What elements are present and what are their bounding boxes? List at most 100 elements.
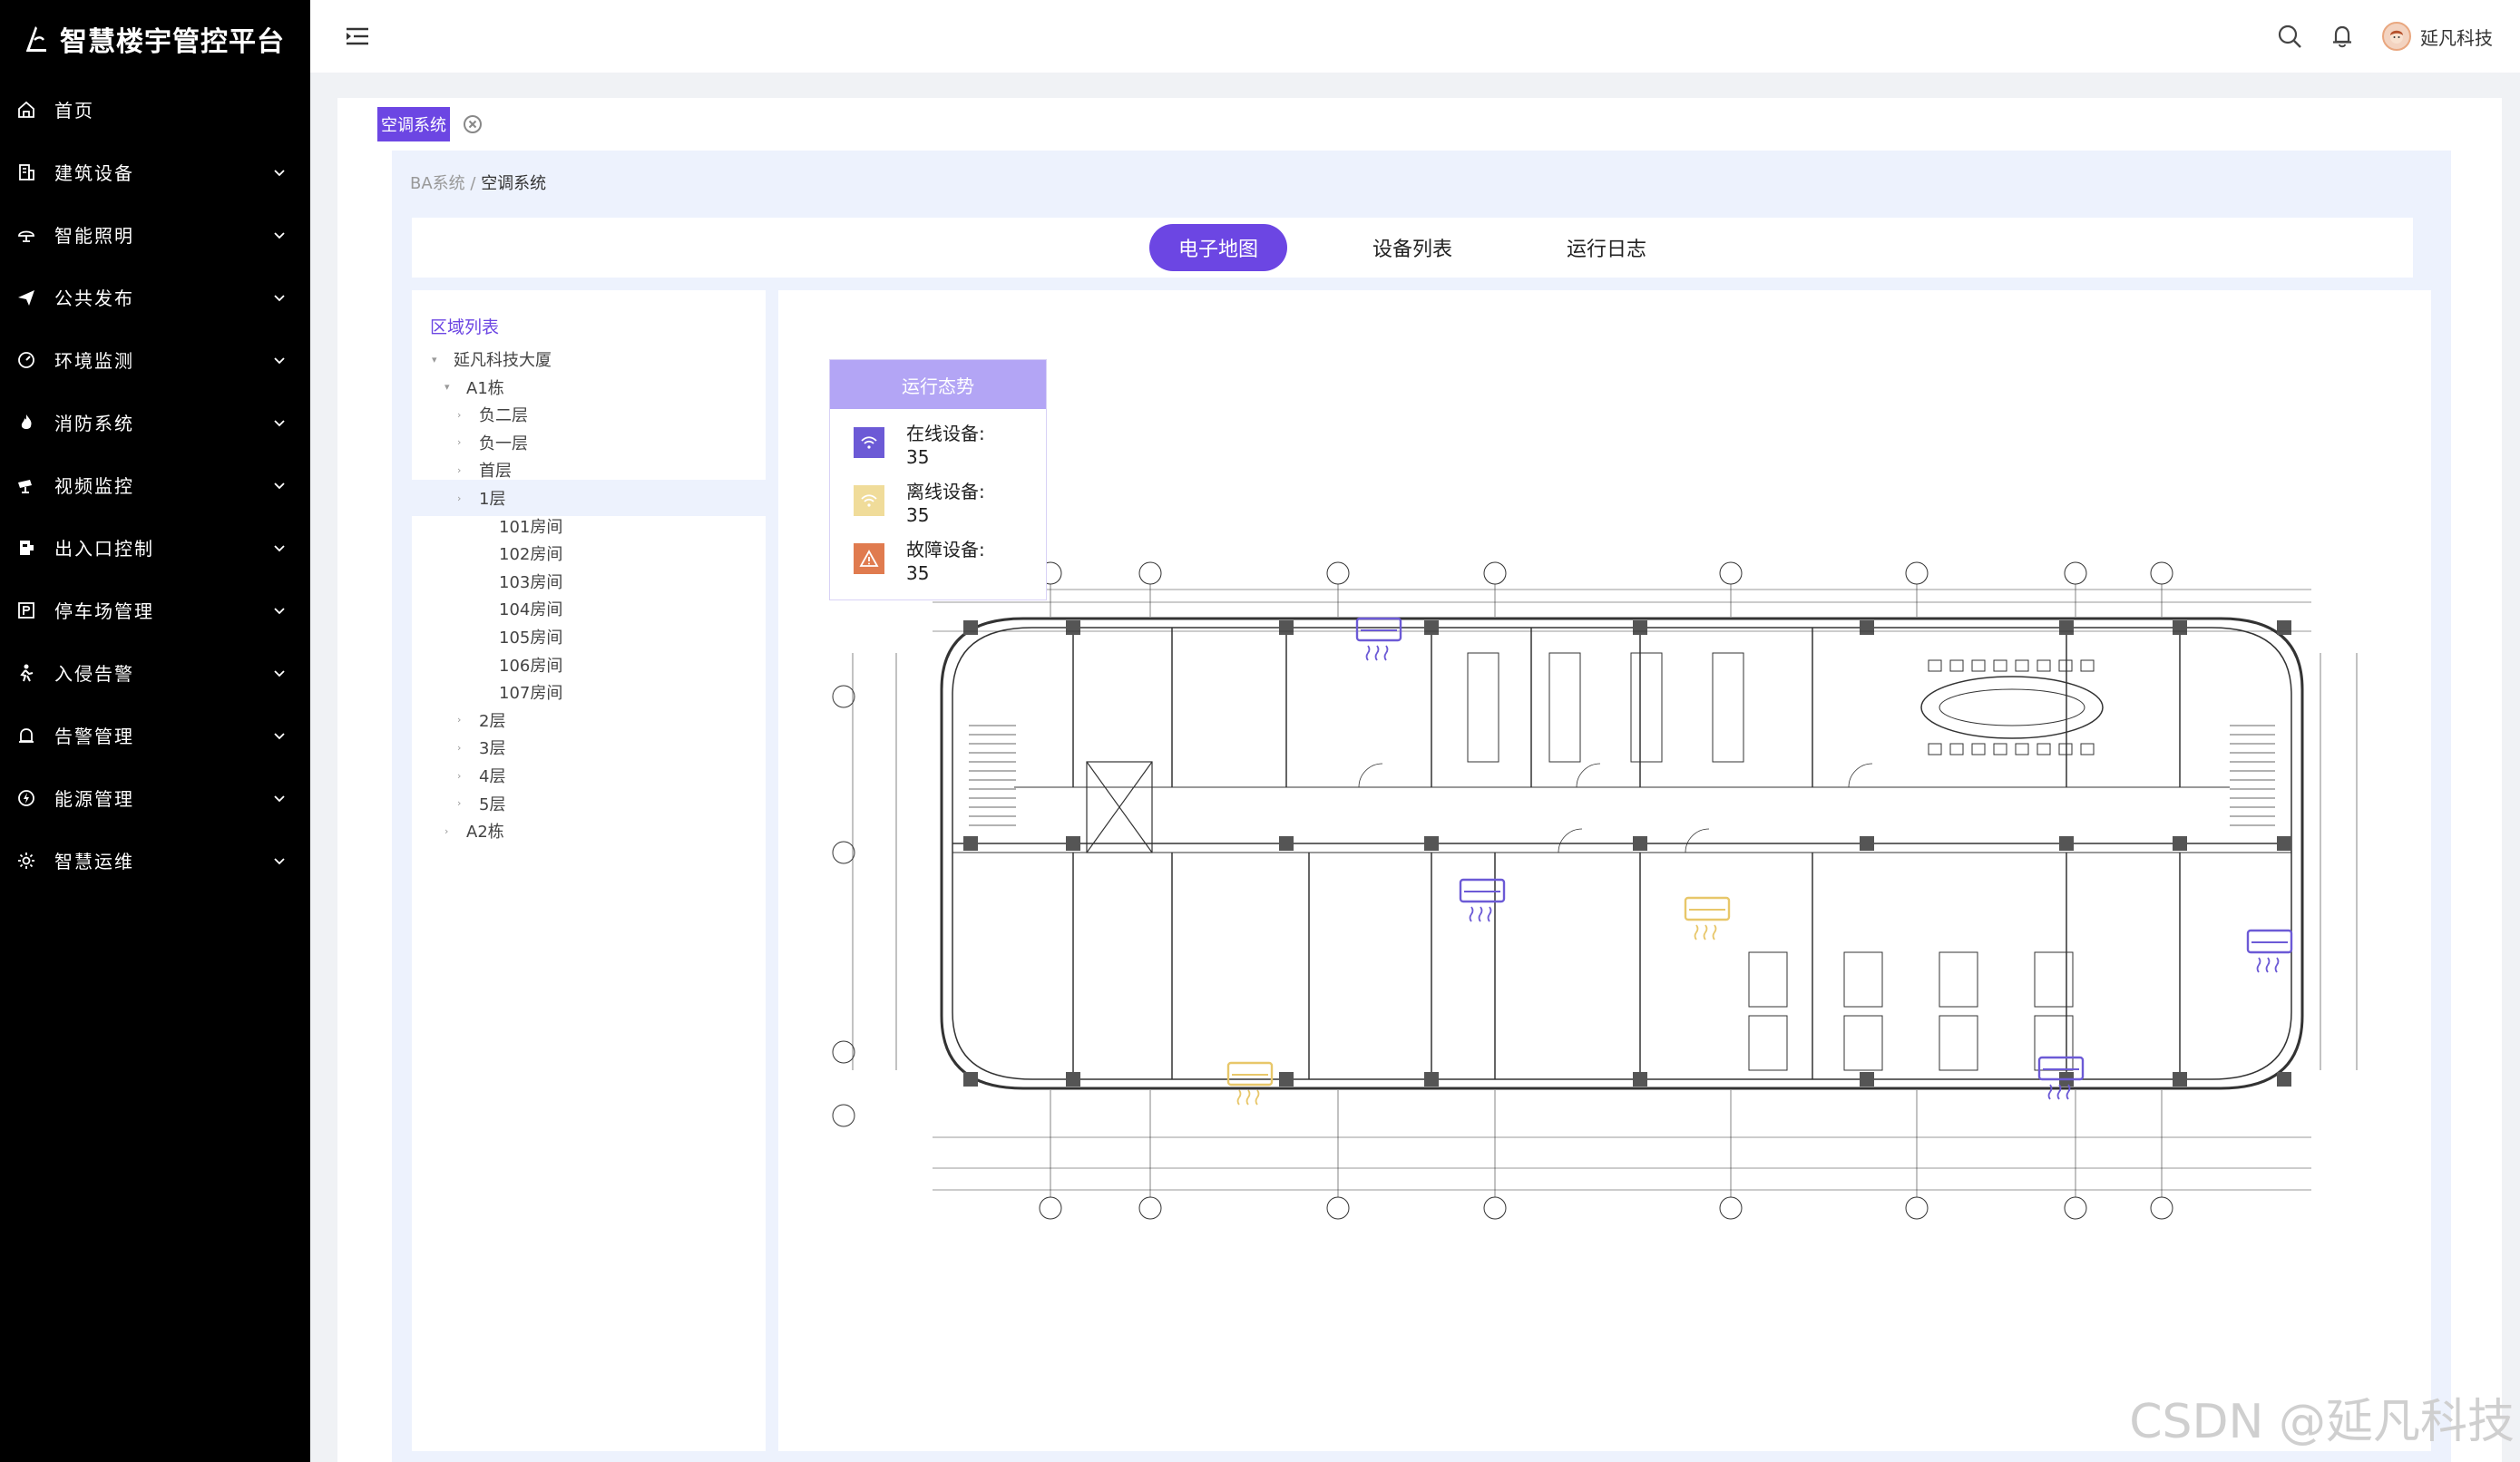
sidebar-item-7[interactable]: 出入口控制 bbox=[0, 516, 310, 579]
chevron-down-icon bbox=[274, 294, 285, 301]
sidebar: 智慧楼宇管控平台 首页建筑设备智能照明公共发布环境监测消防系统视频监控出入口控制… bbox=[0, 0, 310, 1462]
sidebar-item-1[interactable]: 建筑设备 bbox=[0, 141, 310, 203]
logo-icon bbox=[26, 26, 46, 52]
sidebar-item-12[interactable]: 智慧运维 bbox=[0, 829, 310, 892]
alarm-icon bbox=[19, 727, 34, 743]
wifi-icon bbox=[854, 427, 884, 458]
tree-caret-icon: › bbox=[457, 463, 462, 476]
chevron-down-icon bbox=[274, 419, 285, 426]
sidebar-item-label: 入侵告警 bbox=[54, 663, 134, 685]
aircon-device-icon[interactable] bbox=[1226, 1061, 1274, 1106]
warning-icon bbox=[854, 543, 884, 574]
fault-label: 故障设备: bbox=[906, 539, 985, 560]
tree-caret-icon: ▾ bbox=[432, 353, 437, 366]
tree-caret-icon: › bbox=[457, 769, 462, 782]
chevron-down-icon bbox=[274, 857, 285, 864]
online-label: 在线设备: bbox=[906, 423, 985, 444]
aircon-device-icon[interactable] bbox=[1459, 878, 1506, 922]
aircon-device-icon[interactable] bbox=[2246, 929, 2293, 973]
sidebar-item-5[interactable]: 消防系统 bbox=[0, 391, 310, 453]
aircon-device-icon[interactable] bbox=[2037, 1056, 2085, 1100]
bell-icon[interactable] bbox=[2330, 24, 2355, 49]
app-title: 智慧楼宇管控平台 bbox=[60, 26, 285, 58]
tab-e-map[interactable]: 电子地图 bbox=[1148, 224, 1287, 271]
tree-node-label: 101房间 bbox=[499, 517, 563, 537]
tree-node-label: 2层 bbox=[479, 711, 506, 731]
energy-icon bbox=[18, 789, 34, 806]
send-icon bbox=[18, 289, 34, 306]
sidebar-item-label: 告警管理 bbox=[54, 726, 134, 747]
tree-node-label: A1栋 bbox=[466, 378, 504, 398]
ops-icon bbox=[18, 852, 34, 869]
close-icon[interactable] bbox=[463, 114, 483, 134]
avatar bbox=[2382, 22, 2411, 51]
sidebar-item-label: 出入口控制 bbox=[54, 538, 154, 560]
tab-run-log[interactable]: 运行日志 bbox=[1538, 224, 1675, 271]
sidebar-item-10[interactable]: 告警管理 bbox=[0, 704, 310, 766]
user-menu[interactable]: 延凡科技 bbox=[2382, 22, 2493, 51]
brand: 智慧楼宇管控平台 bbox=[0, 0, 310, 78]
tree-node-label: A2栋 bbox=[466, 823, 504, 843]
tabs-bar: 电子地图 设备列表 运行日志 bbox=[412, 218, 2413, 278]
chevron-down-icon bbox=[274, 669, 285, 677]
tree-node-label: 106房间 bbox=[499, 656, 563, 676]
building-icon bbox=[19, 163, 34, 180]
tree-node[interactable]: › A2栋 bbox=[412, 813, 766, 849]
tree-node-label: 4层 bbox=[479, 767, 506, 786]
offline-label: 离线设备: bbox=[906, 481, 985, 502]
sidebar-item-label: 公共发布 bbox=[54, 288, 134, 309]
status-offline: 离线设备: 35 bbox=[830, 480, 1046, 526]
tree-node-label: 107房间 bbox=[499, 684, 563, 704]
sidebar-item-4[interactable]: 环境监测 bbox=[0, 328, 310, 391]
sidebar-item-6[interactable]: 视频监控 bbox=[0, 453, 310, 516]
parking-icon bbox=[18, 601, 34, 619]
sidebar-item-label: 停车场管理 bbox=[54, 600, 154, 622]
top-header: 延凡科技 bbox=[310, 0, 2520, 73]
offline-count: 35 bbox=[906, 504, 930, 526]
chevron-down-icon bbox=[274, 732, 285, 739]
sidebar-item-label: 建筑设备 bbox=[54, 162, 134, 184]
chevron-down-icon bbox=[274, 169, 285, 176]
sidebar-item-0[interactable]: 首页 bbox=[0, 78, 310, 141]
sidebar-item-label: 消防系统 bbox=[54, 413, 134, 434]
tag-aircon[interactable]: 空调系统 bbox=[377, 107, 450, 141]
breadcrumb-parent[interactable]: BA系统 / bbox=[410, 174, 475, 193]
watermark: CSDN @延凡科技 bbox=[2129, 1395, 2515, 1449]
tree-node-label: 3层 bbox=[479, 739, 506, 759]
tags-view: 空调系统 bbox=[377, 107, 483, 141]
tree-caret-icon: › bbox=[444, 824, 449, 837]
wifi-off-icon bbox=[854, 485, 884, 516]
tree-caret-icon: ▾ bbox=[444, 381, 450, 394]
sidebar-item-8[interactable]: 停车场管理 bbox=[0, 579, 310, 641]
status-title: 运行态势 bbox=[830, 360, 1046, 409]
tree-node-label: 首层 bbox=[479, 462, 512, 482]
tree-node-label: 负二层 bbox=[479, 406, 528, 426]
status-online: 在线设备: 35 bbox=[830, 422, 1046, 468]
chevron-down-icon bbox=[274, 794, 285, 802]
aircon-device-icon[interactable] bbox=[1684, 896, 1731, 941]
tab-device-list[interactable]: 设备列表 bbox=[1343, 224, 1481, 271]
tree-node-label: 5层 bbox=[479, 794, 506, 814]
user-name: 延凡科技 bbox=[2420, 26, 2493, 49]
tree-node-label: 延凡科技大厦 bbox=[454, 351, 552, 370]
area-list-title: 区域列表 bbox=[430, 317, 500, 337]
aircon-device-icon[interactable] bbox=[1355, 617, 1402, 661]
search-icon[interactable] bbox=[2277, 24, 2302, 49]
sidebar-item-9[interactable]: 入侵告警 bbox=[0, 641, 310, 704]
tree-caret-icon: › bbox=[457, 408, 462, 421]
tree-caret-icon: › bbox=[457, 714, 462, 726]
chevron-down-icon bbox=[274, 356, 285, 364]
breadcrumb: BA系统 / 空调系统 bbox=[410, 171, 546, 194]
chevron-down-icon bbox=[274, 231, 285, 239]
menu-toggle-icon[interactable] bbox=[343, 22, 372, 51]
fire-icon bbox=[21, 414, 32, 429]
sidebar-item-11[interactable]: 能源管理 bbox=[0, 766, 310, 829]
area-list-panel: 区域列表 ▾ 延凡科技大厦 ▾ A1栋 › 负二层 › 负一层 › 首层 › 1层 101房间 102房间… bbox=[412, 290, 766, 1451]
main-content: 空调系统 BA系统 / 空调系统 电子地图 设备列表 运行日志 区域列表 ▾ 延凡… bbox=[337, 98, 2502, 1462]
sidebar-item-label: 环境监测 bbox=[54, 350, 134, 372]
lamp-icon bbox=[18, 230, 34, 242]
sidebar-item-2[interactable]: 智能照明 bbox=[0, 203, 310, 266]
camera-icon bbox=[18, 479, 32, 493]
sidebar-item-3[interactable]: 公共发布 bbox=[0, 266, 310, 328]
sidebar-menu: 首页建筑设备智能照明公共发布环境监测消防系统视频监控出入口控制停车场管理入侵告警… bbox=[0, 78, 310, 892]
